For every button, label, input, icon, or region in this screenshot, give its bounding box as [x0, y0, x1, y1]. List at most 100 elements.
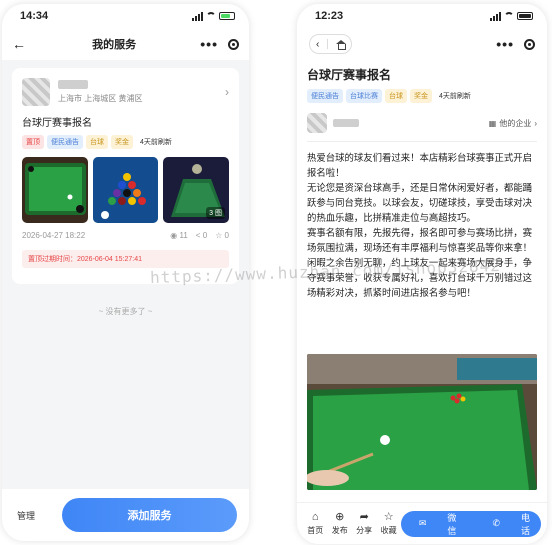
post-date: 2026-04-27 18:22 — [22, 231, 86, 240]
mini-program-capsule: ••• — [496, 37, 535, 51]
wechat-label: 微信 — [447, 512, 457, 536]
shares-stat[interactable]: < 0 — [196, 231, 207, 240]
tag-prize: 奖金 — [111, 135, 133, 149]
wifi-icon — [504, 12, 514, 20]
phone-label: 电话 — [520, 512, 530, 536]
tab-favorite[interactable]: ☆ 收藏 — [376, 511, 400, 536]
post-paragraph: 热爱台球的球友们看过来！本店精彩台球赛事正式开启报名啦！ — [307, 152, 533, 178]
share-icon: < — [195, 231, 201, 240]
more-icon[interactable]: ••• — [200, 37, 218, 51]
bottom-action-bar: 管理 添加服务 — [2, 489, 249, 541]
chevron-right-icon: › — [534, 118, 537, 128]
image-grid: 3 图 — [22, 157, 230, 223]
add-service-button[interactable]: 添加服务 — [62, 498, 237, 532]
nav-pill: ‹ — [309, 34, 353, 54]
business-link-label: 他的企业 — [499, 118, 532, 128]
avatar — [22, 78, 50, 106]
tab-label: 首页 — [307, 526, 324, 535]
tag-prize: 奖金 — [410, 89, 432, 103]
tag-pinned: 置顶 — [22, 135, 44, 149]
author-location: 上海市 上海城区 黄浦区 — [58, 94, 143, 103]
shares-count: 0 — [202, 231, 208, 240]
meta-row: 2026-04-27 18:22 ◉ 11 < 0 ☆ 0 — [22, 231, 229, 240]
tab-home[interactable]: ⌂ 首页 — [303, 511, 327, 536]
wechat-icon: ✉ — [418, 518, 427, 528]
more-icon[interactable]: ••• — [496, 37, 514, 51]
likes-stat[interactable]: ☆ 0 — [215, 231, 229, 240]
post-title: 台球厅赛事报名 — [22, 118, 92, 129]
tab-label: 收藏 — [380, 526, 397, 535]
home-icon[interactable] — [336, 39, 347, 50]
refresh-time: 4天前刷新 — [140, 139, 172, 146]
page-title: 我的服务 — [92, 39, 137, 51]
post-paragraph: 无论您是资深台球高手，还是日常休闲爱好者，都能踊跃参与同台竞技。以球会友，切磋球… — [307, 182, 533, 223]
avatar — [307, 113, 327, 133]
close-target-icon[interactable] — [228, 38, 239, 50]
nav-bar: ‹ ••• — [297, 28, 547, 60]
plus-circle-icon: ⊕ — [335, 511, 345, 523]
author-name-blurred — [333, 119, 359, 127]
tag-billiards: 台球 — [385, 89, 407, 103]
star-icon: ☆ — [215, 231, 223, 240]
close-target-icon[interactable] — [524, 38, 535, 50]
views-stat: ◉ 11 — [170, 231, 188, 240]
phone-icon: ✆ — [492, 518, 500, 528]
author-row[interactable]: ▦ 他的企业 › — [297, 103, 547, 133]
chevron-right-icon[interactable]: › — [225, 85, 229, 99]
tag-notice: 便民通告 — [47, 135, 83, 149]
mini-program-capsule: ••• — [200, 37, 239, 51]
status-icons — [490, 11, 533, 21]
contact-buttons: ✉ 微信 ✆ 电话 — [400, 510, 542, 537]
business-link[interactable]: ▦ 他的企业 › — [489, 118, 537, 129]
no-more-text: ~ 没有更多了 ~ — [98, 307, 153, 316]
tag-list: 置顶 便民通告 台球 奖金 4天前刷新 — [22, 135, 229, 149]
share-icon: ➦ — [359, 511, 369, 523]
thumbnail-dark-table[interactable]: 3 图 — [163, 157, 230, 223]
back-chevron-icon[interactable]: ‹ — [316, 39, 319, 50]
status-time: 12:23 — [315, 10, 344, 22]
star-icon: ☆ — [383, 511, 394, 523]
author-name-blurred — [58, 80, 88, 89]
building-icon: ▦ — [488, 118, 497, 128]
wechat-button[interactable]: ✉ 微信 — [401, 511, 475, 537]
battery-icon — [517, 12, 533, 20]
tab-publish[interactable]: ⊕ 发布 — [327, 511, 351, 536]
signal-icon — [192, 11, 203, 21]
status-icons — [192, 11, 235, 21]
nav-bar: ← 我的服务 ••• — [2, 28, 249, 60]
tab-label: 分享 — [356, 526, 373, 535]
status-bar: 12:23 — [297, 4, 547, 28]
detail-bottom-bar: ⌂ 首页 ⊕ 发布 ➦ 分享 ☆ 收藏 ✉ 微信 ✆ 电话 — [297, 502, 547, 544]
service-card[interactable]: 上海市 上海城区 黄浦区 › 台球厅赛事报名 置顶 便民通告 台球 奖金 4天前… — [12, 68, 239, 284]
status-time: 14:34 — [20, 10, 49, 22]
image-count-badge: 3 图 — [206, 207, 226, 219]
battery-icon — [219, 12, 235, 20]
eye-icon: ◉ — [170, 231, 178, 240]
thumbnail-billiard-table[interactable] — [22, 157, 88, 223]
pin-expiry-notice: 置顶过期时间：2026-06-04 15:27:41 — [22, 250, 229, 268]
post-body: 热爱台球的球友们看过来！本店精彩台球赛事正式开启报名啦！ 无论您是资深台球高手，… — [297, 142, 547, 348]
tab-share[interactable]: ➦ 分享 — [352, 511, 376, 536]
wifi-icon — [206, 12, 216, 20]
tag-list: 便民通告 台球比赛 台球 奖金 4天前刷新 — [297, 83, 547, 103]
tag-billiards: 台球 — [86, 135, 108, 149]
phone-button[interactable]: ✆ 电话 — [474, 511, 541, 537]
tag-notice: 便民通告 — [307, 89, 343, 103]
thumbnail-billiard-balls[interactable] — [92, 157, 159, 223]
likes-count: 0 — [224, 231, 229, 240]
signal-icon — [490, 11, 501, 21]
author-row[interactable]: 上海市 上海城区 黄浦区 › — [22, 78, 229, 106]
post-hero-image[interactable] — [307, 354, 537, 490]
tab-label: 发布 — [331, 526, 348, 535]
views-count: 11 — [179, 231, 188, 240]
status-bar: 14:34 — [2, 4, 249, 28]
home-icon: ⌂ — [311, 511, 319, 523]
screenshot-stage: 14:34 ← 我的服务 ••• 上海市 上海城区 黄浦区 › 台球厅赛事报名 … — [0, 0, 552, 545]
refresh-time: 4天前刷新 — [439, 93, 471, 100]
manage-button[interactable]: 管理 — [12, 509, 62, 522]
post-title: 台球厅赛事报名 — [307, 68, 392, 82]
stats: ◉ 11 < 0 ☆ 0 — [170, 231, 229, 240]
tag-competition: 台球比赛 — [346, 89, 382, 103]
back-arrow-icon[interactable]: ← — [12, 36, 28, 52]
post-paragraph: 赛事名额有限，先报先得，报名即可参与赛场比拼，赛场氛围拉满，现场还有丰厚福利与惊… — [307, 227, 533, 253]
